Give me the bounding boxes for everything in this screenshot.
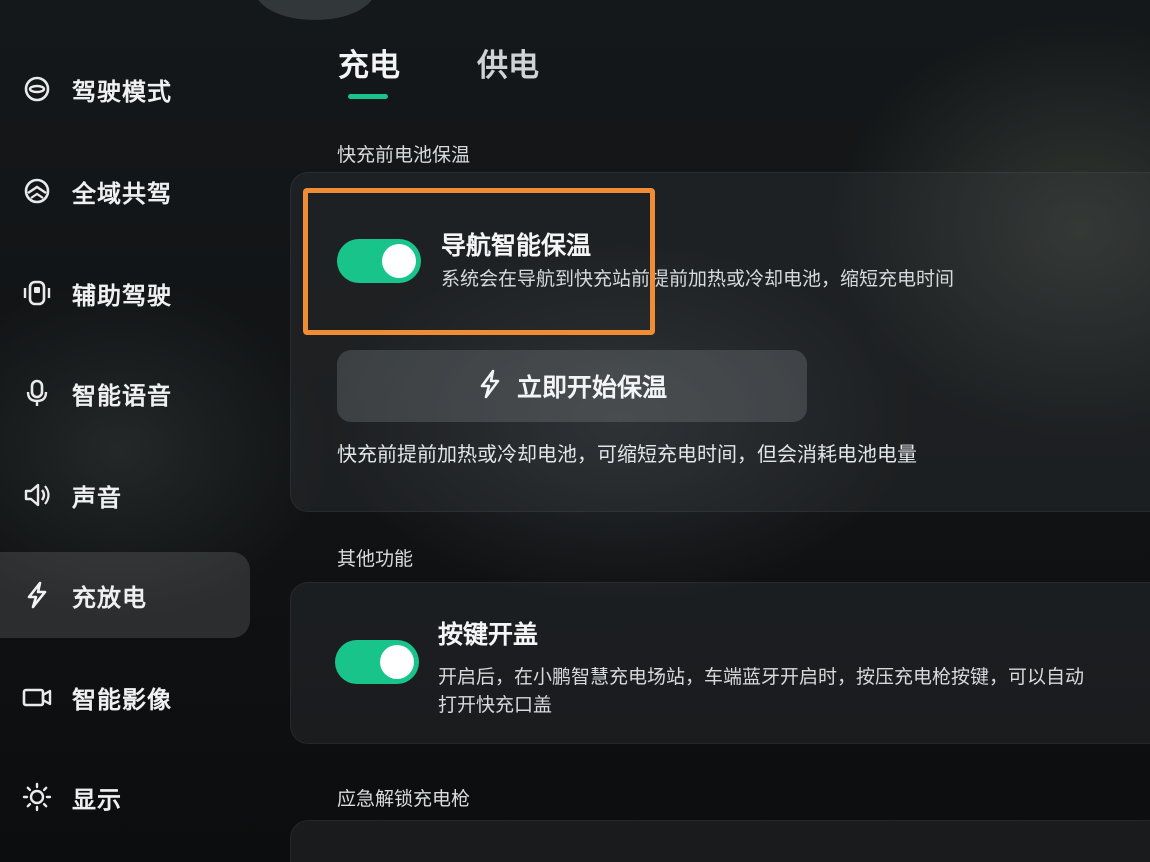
sidebar-item-display[interactable]: 显示 bbox=[0, 754, 250, 840]
sidebar-item-voice[interactable]: 智能语音 bbox=[0, 350, 250, 436]
section-title-other: 其他功能 bbox=[337, 548, 414, 570]
start-preheat-label: 立即开始保温 bbox=[516, 373, 667, 402]
sun-icon bbox=[22, 782, 52, 812]
sidebar-item-assisted-driving[interactable]: 辅助驾驶 bbox=[0, 250, 250, 336]
annotation-highlight-box bbox=[303, 188, 655, 335]
section-title-preheat: 快充前电池保温 bbox=[337, 144, 471, 166]
lightning-icon bbox=[477, 369, 503, 403]
assisted-driving-icon bbox=[22, 278, 52, 308]
sidebar-item-driving-mode[interactable]: 驾驶模式 bbox=[0, 46, 250, 132]
settings-screen: 驾驶模式 全域共驾 辅助驾驶 智能语音 声音 充放电 智能影像 显示 充电 供电… bbox=[0, 0, 1150, 862]
sidebar-item-label: 声音 bbox=[72, 483, 122, 512]
emergency-card bbox=[290, 820, 1150, 862]
button-open-description-line1: 开启后，在小鹏智慧充电场站，车端蓝牙开启时，按压充电枪按键，可以自动 bbox=[438, 666, 1085, 688]
background-glare bbox=[255, 0, 375, 20]
sidebar-item-label: 智能语音 bbox=[72, 381, 172, 410]
camera-icon bbox=[22, 682, 52, 712]
sidebar-item-label: 辅助驾驶 bbox=[72, 281, 172, 310]
co-drive-icon bbox=[22, 176, 52, 206]
sidebar-item-label: 智能影像 bbox=[72, 685, 172, 714]
section-title-emergency-unlock: 应急解锁充电枪 bbox=[337, 788, 471, 810]
sidebar-item-label: 全域共驾 bbox=[72, 179, 172, 208]
active-tab-indicator bbox=[348, 94, 388, 99]
preheat-note: 快充前提前加热或冷却电池，可缩短充电时间，但会消耗电池电量 bbox=[337, 442, 917, 466]
sidebar-item-camera[interactable]: 智能影像 bbox=[0, 654, 250, 740]
button-open-toggle[interactable] bbox=[335, 640, 419, 684]
sidebar-item-label: 显示 bbox=[72, 785, 122, 814]
sidebar-item-co-drive[interactable]: 全域共驾 bbox=[0, 148, 250, 234]
sidebar-item-sound[interactable]: 声音 bbox=[0, 452, 250, 538]
tab-charging[interactable]: 充电 bbox=[338, 40, 400, 85]
toggle-knob bbox=[380, 645, 414, 679]
sidebar-item-charging[interactable]: 充放电 bbox=[0, 552, 250, 638]
speaker-icon bbox=[22, 480, 52, 510]
button-open-title: 按键开盖 bbox=[438, 620, 539, 649]
steering-wheel-icon bbox=[22, 74, 52, 104]
sidebar-item-label: 驾驶模式 bbox=[72, 77, 172, 106]
tab-power-supply[interactable]: 供电 bbox=[477, 40, 539, 85]
start-preheat-button[interactable]: 立即开始保温 bbox=[337, 350, 807, 422]
microphone-icon bbox=[22, 378, 52, 408]
sidebar-item-label: 充放电 bbox=[72, 583, 147, 612]
button-open-description-line2: 打开快充口盖 bbox=[438, 694, 553, 716]
lightning-icon bbox=[22, 580, 52, 610]
